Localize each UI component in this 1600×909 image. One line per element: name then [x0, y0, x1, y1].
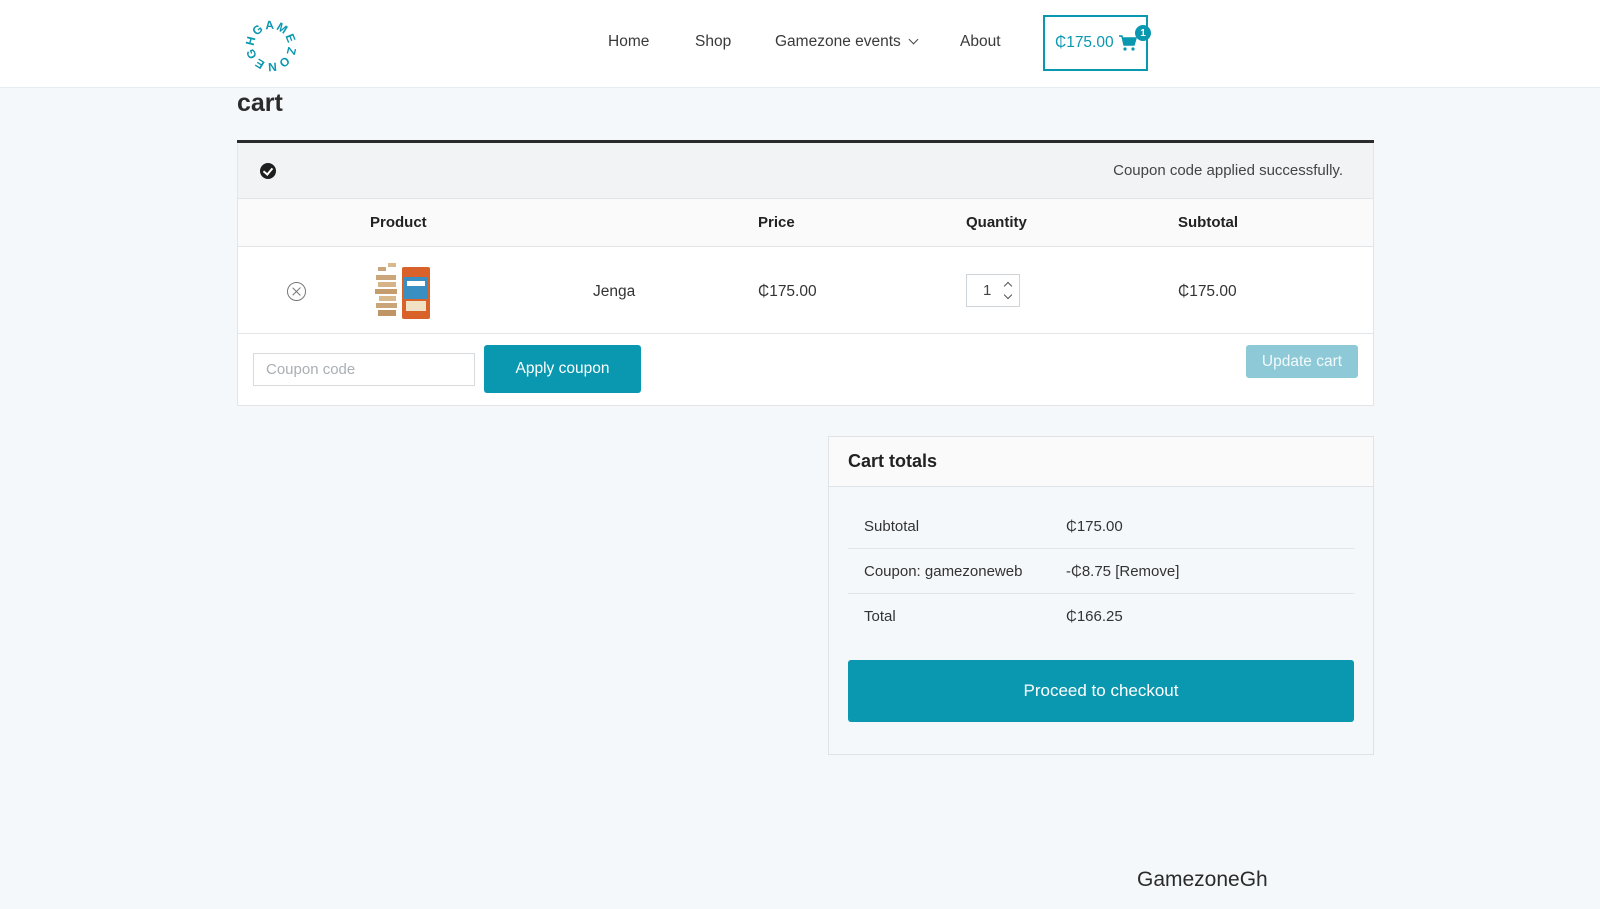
coupon-code-input[interactable]: [253, 353, 475, 386]
header-price: Price: [758, 214, 795, 231]
chevron-down-icon: [908, 34, 919, 45]
product-price: ₵175.00: [758, 283, 817, 300]
logo-letter: G: [249, 22, 265, 39]
product-thumbnail[interactable]: [370, 257, 436, 323]
footer-brand: GamezoneGh: [1137, 868, 1268, 891]
totals-subtotal-row: Subtotal ₵175.00: [848, 504, 1354, 549]
site-header: GAMEZONEGH Home Shop Gamezone events Abo…: [0, 0, 1600, 88]
totals-subtotal-value: ₵175.00: [1066, 518, 1123, 535]
cart-totals-title: Cart totals: [848, 451, 938, 471]
header-cart-total: ₵175.00: [1055, 34, 1114, 51]
remove-coupon-link[interactable]: [Remove]: [1115, 563, 1179, 580]
chevron-down-icon[interactable]: [1003, 290, 1013, 300]
cart-count-badge: 1: [1135, 25, 1151, 41]
header-cart-button[interactable]: ₵175.00 1: [1043, 15, 1151, 71]
site-logo[interactable]: G A MEZONEGH: [243, 18, 299, 74]
logo-letter: N: [268, 60, 278, 74]
logo-letter: Z: [284, 46, 299, 57]
apply-coupon-button[interactable]: Apply coupon: [484, 345, 641, 393]
logo-letter: O: [276, 54, 292, 71]
header-product: Product: [370, 214, 427, 231]
cart-totals-header: Cart totals: [829, 437, 1373, 487]
remove-item-icon[interactable]: [287, 282, 306, 301]
chevron-up-icon[interactable]: [1003, 281, 1013, 291]
product-subtotal: ₵175.00: [1178, 283, 1237, 300]
success-notice: Coupon code applied successfully.: [237, 143, 1374, 199]
logo-letter: A: [265, 18, 275, 32]
logo-letter: E: [282, 32, 298, 45]
cart-totals: Cart totals Subtotal ₵175.00 Coupon: gam…: [828, 436, 1374, 755]
totals-coupon-label: Coupon: gamezoneweb: [864, 563, 1023, 580]
page-title: cart: [237, 89, 283, 117]
totals-subtotal-label: Subtotal: [864, 518, 920, 535]
cart-actions: Apply coupon Update cart: [238, 334, 1373, 405]
totals-total-label: Total: [864, 608, 896, 625]
nav-shop[interactable]: Shop: [695, 33, 731, 51]
check-circle-icon: [260, 163, 276, 179]
nav-gamezone-events[interactable]: Gamezone events: [775, 33, 919, 51]
proceed-to-checkout-button[interactable]: Proceed to checkout: [848, 660, 1354, 722]
quantity-value: 1: [983, 282, 992, 299]
totals-coupon-value-group: -₵8.75 [Remove]: [1066, 563, 1179, 580]
totals-coupon-value: -₵8.75: [1066, 563, 1112, 580]
quantity-stepper[interactable]: 1: [966, 274, 1020, 307]
notice-message: Coupon code applied successfully.: [1113, 162, 1343, 179]
totals-coupon-row: Coupon: gamezoneweb -₵8.75 [Remove]: [848, 549, 1354, 594]
cart-table-header: Product Price Quantity Subtotal: [238, 199, 1373, 247]
logo-letter: G: [243, 47, 259, 61]
update-cart-button[interactable]: Update cart: [1246, 345, 1358, 378]
nav-home[interactable]: Home: [608, 33, 649, 51]
shopping-cart-icon: [1119, 35, 1137, 51]
product-name[interactable]: Jenga: [593, 283, 635, 301]
nav-about[interactable]: About: [960, 33, 1001, 51]
totals-total-value: ₵166.25: [1066, 608, 1123, 625]
totals-total-row: Total ₵166.25: [848, 594, 1354, 639]
header-subtotal: Subtotal: [1178, 214, 1238, 231]
cart-item-row: Jenga ₵175.00 1 ₵175.00: [238, 247, 1373, 334]
header-quantity: Quantity: [966, 214, 1027, 231]
nav-gamezone-events-label: Gamezone events: [775, 33, 901, 50]
cart-table: Product Price Quantity Subtotal Jenga ₵1…: [237, 198, 1374, 406]
